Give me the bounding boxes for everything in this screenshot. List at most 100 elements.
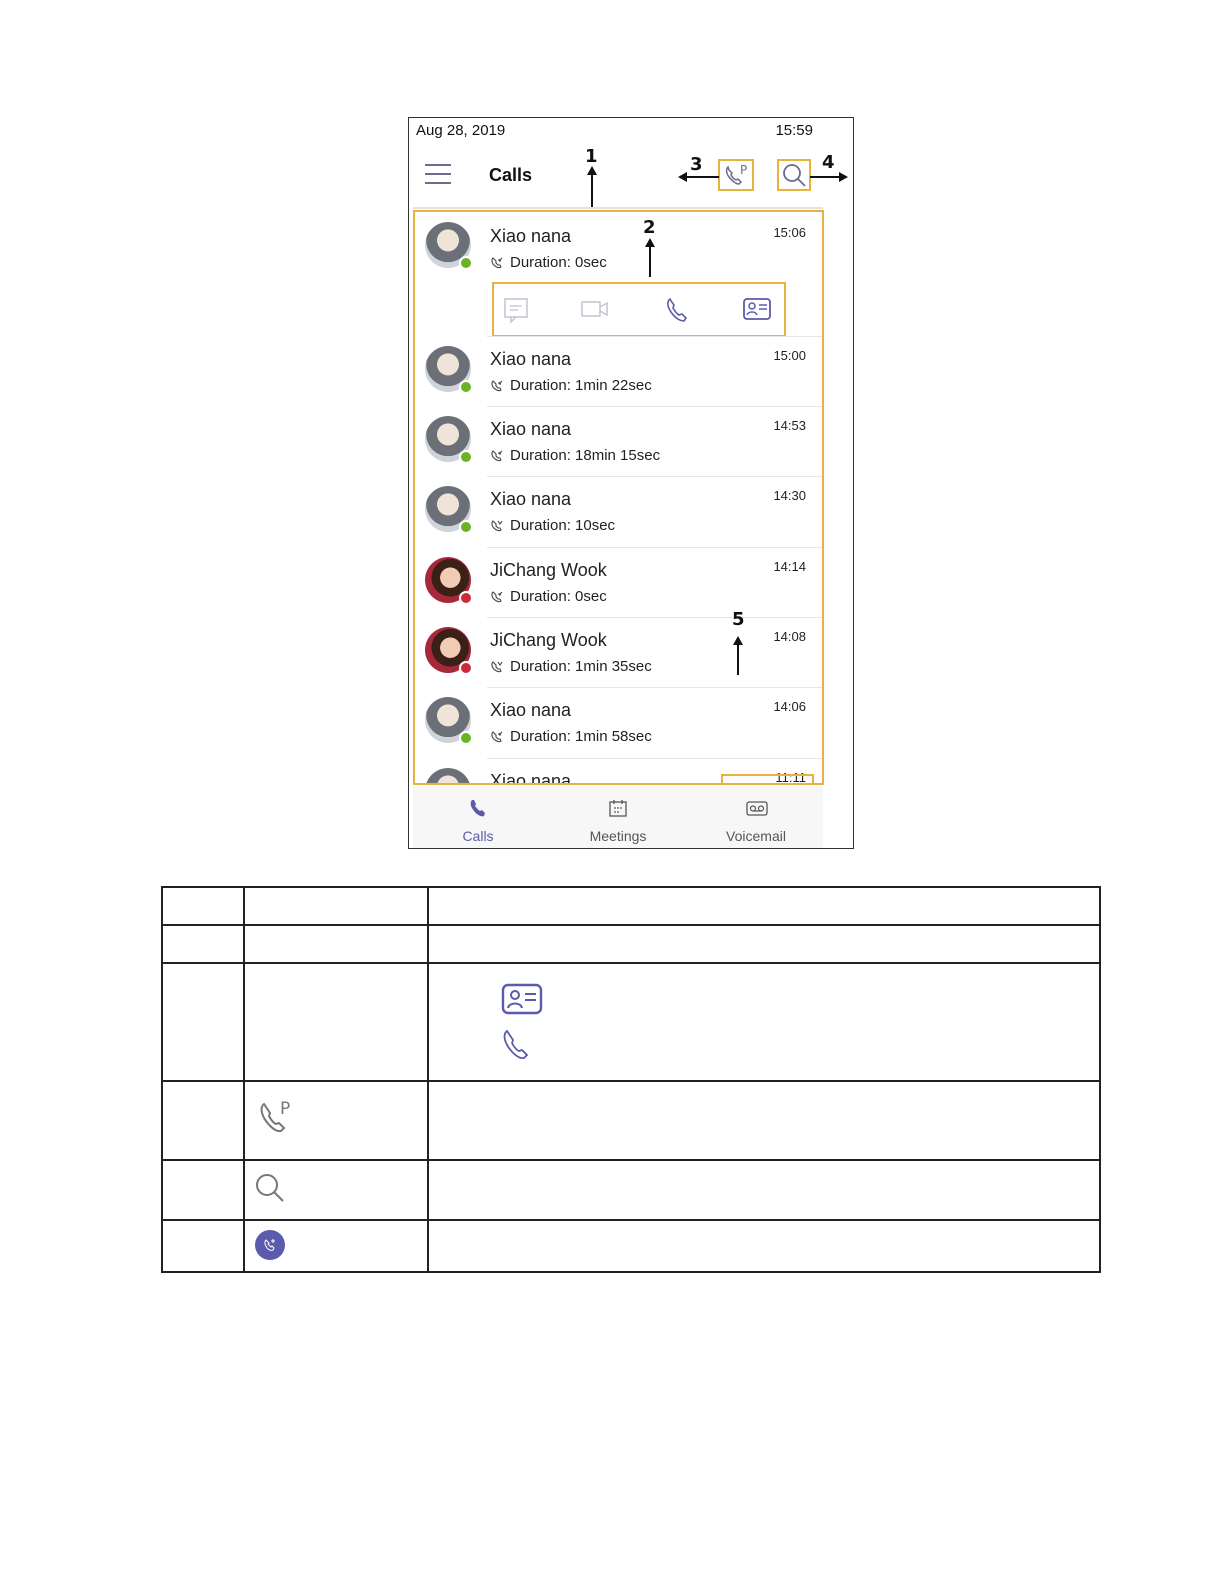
presence-available-icon xyxy=(459,520,473,534)
table-cell xyxy=(427,1080,1101,1161)
callout-2: 2 xyxy=(643,217,656,238)
incoming-call-icon xyxy=(491,380,503,392)
table-cell xyxy=(243,886,429,926)
presence-available-icon xyxy=(459,731,473,745)
call-row[interactable]: JiChang Wook Duration: 1min 35sec 14:08 xyxy=(415,618,822,688)
call-time: 14:08 xyxy=(773,629,806,644)
page-title: Calls xyxy=(489,165,533,185)
svg-text:P: P xyxy=(740,163,747,177)
avatar xyxy=(425,768,471,783)
incoming-call-icon xyxy=(491,731,503,743)
call-row[interactable]: JiChang Wook Duration: 0sec 14:14 xyxy=(415,548,822,618)
presence-busy-icon xyxy=(459,661,473,675)
call-park-icon: P xyxy=(725,163,747,185)
table-cell xyxy=(427,1159,1101,1221)
status-bar: Aug 28, 2019 15:59 xyxy=(416,122,813,142)
call-time: 14:30 xyxy=(773,488,806,503)
table-cell xyxy=(427,924,1101,964)
video-call-icon[interactable] xyxy=(580,296,610,322)
call-time: 15:00 xyxy=(773,348,806,363)
contact-card-icon xyxy=(501,983,543,1015)
call-duration: Duration: 10sec xyxy=(510,517,616,534)
callout-table: P xyxy=(161,886,1101,1273)
call-history-list: Xiao nana Duration: 0sec 15:06 Xiao nana… xyxy=(413,210,824,785)
new-call-highlight xyxy=(721,774,814,783)
table-cell xyxy=(161,1159,245,1221)
search-icon xyxy=(256,1174,284,1202)
audio-call-icon[interactable] xyxy=(664,296,690,324)
bottom-nav: Calls Meetings Voicemail xyxy=(413,786,823,848)
table-row: P xyxy=(161,1080,1101,1161)
search-button[interactable] xyxy=(777,159,811,191)
table-cell xyxy=(161,1080,245,1161)
call-duration: Duration: 0sec xyxy=(510,588,607,605)
calendar-icon xyxy=(609,800,627,817)
missed-call-icon xyxy=(491,520,503,532)
table-cell xyxy=(243,1159,429,1221)
call-park-icon: P xyxy=(260,1099,290,1133)
table-row xyxy=(161,962,1101,1082)
presence-available-icon xyxy=(459,256,473,270)
call-park-button[interactable]: P xyxy=(718,159,754,191)
caller-name: Xiao nana xyxy=(490,700,572,720)
nav-calls[interactable]: Calls xyxy=(413,786,543,848)
callout-arrow-4 xyxy=(810,172,848,182)
call-row[interactable]: Xiao nana Duration: 18min 15sec 14:53 xyxy=(415,407,822,477)
status-time: 15:59 xyxy=(775,122,813,139)
nav-voicemail[interactable]: Voicemail xyxy=(691,786,821,848)
call-row[interactable]: Xiao nana Duration: 10sec 14:30 xyxy=(415,477,822,548)
incoming-call-icon xyxy=(491,450,503,462)
nav-calls-label: Calls xyxy=(462,828,494,844)
nav-meetings-label: Meetings xyxy=(589,828,647,844)
callout-arrow-1 xyxy=(587,166,597,207)
caller-name: Xiao nana xyxy=(490,489,572,509)
nav-meetings[interactable]: Meetings xyxy=(553,786,683,848)
presence-busy-icon xyxy=(459,591,473,605)
callout-arrow-2 xyxy=(645,238,655,277)
table-cell xyxy=(427,886,1101,926)
table-cell xyxy=(161,1219,245,1273)
header-divider xyxy=(413,207,823,209)
top-bar: Calls P xyxy=(409,152,827,208)
menu-icon[interactable] xyxy=(425,164,451,186)
call-time: 15:06 xyxy=(773,225,806,240)
svg-text:P: P xyxy=(280,1099,290,1119)
caller-name: Xiao nana xyxy=(490,349,572,369)
table-row xyxy=(161,1159,1101,1221)
chat-icon[interactable] xyxy=(503,296,529,324)
table-header-row xyxy=(161,886,1101,926)
table-cell xyxy=(243,1219,429,1273)
table-cell xyxy=(243,962,429,1082)
table-cell: P xyxy=(243,1080,429,1161)
call-duration: Duration: 1min 58sec xyxy=(510,728,652,745)
callout-5: 5 xyxy=(732,609,745,630)
presence-available-icon xyxy=(459,380,473,394)
table-cell xyxy=(243,924,429,964)
table-cell xyxy=(161,886,245,926)
missed-call-icon xyxy=(491,661,503,673)
incoming-call-icon xyxy=(491,257,503,269)
caller-name: JiChang Wook xyxy=(490,560,607,580)
table-cell xyxy=(161,962,245,1082)
call-row[interactable]: Xiao nana Duration: 0sec 15:06 xyxy=(415,212,822,337)
presence-available-icon xyxy=(459,450,473,464)
nav-voicemail-label: Voicemail xyxy=(726,828,786,844)
caller-name: Xiao nana xyxy=(490,419,572,439)
call-duration: Duration: 1min 35sec xyxy=(510,658,652,675)
call-actions xyxy=(492,282,786,337)
caller-name: JiChang Wook xyxy=(490,630,607,650)
search-icon xyxy=(783,164,806,187)
call-row[interactable]: Xiao nana Duration: 1min 58sec 14:06 xyxy=(415,688,822,759)
contact-card-icon[interactable] xyxy=(742,296,772,322)
call-row[interactable]: Xiao nana Duration: 1min 22sec 15:00 xyxy=(415,337,822,407)
incoming-call-icon xyxy=(491,591,503,603)
call-time: 14:53 xyxy=(773,418,806,433)
voicemail-icon xyxy=(746,801,768,816)
phone-screenshot: Aug 28, 2019 15:59 Calls P Xiao nana Dur… xyxy=(408,117,854,849)
table-cell xyxy=(161,924,245,964)
table-row xyxy=(161,1219,1101,1273)
table-row xyxy=(161,924,1101,964)
call-duration: Duration: 0sec xyxy=(510,254,607,271)
callout-arrow-5 xyxy=(733,636,743,675)
call-duration: Duration: 1min 22sec xyxy=(510,377,652,394)
